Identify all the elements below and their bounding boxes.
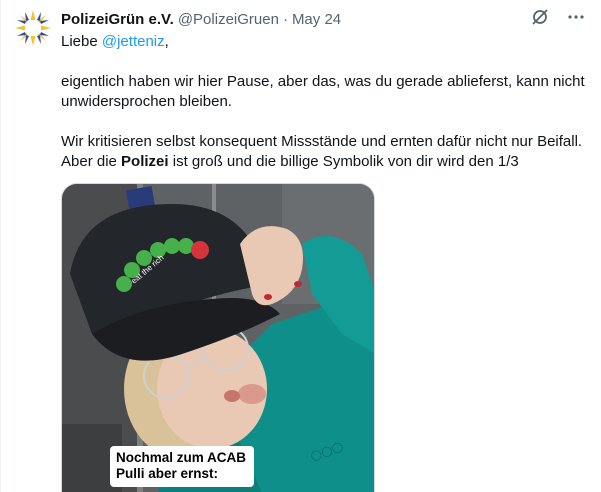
caption-line-2: Pulli aber ernst: <box>116 466 219 481</box>
greeting-prefix: Liebe <box>61 33 102 50</box>
mention-link[interactable]: @jetteniz <box>102 33 165 50</box>
tweet-header: PolizeiGrün e.V. @PolizeiGruen · May 24 <box>61 9 341 29</box>
paragraph-2-bold: Polizei <box>121 153 169 170</box>
tweet-date[interactable]: May 24 <box>292 11 341 28</box>
tweet-text: Liebe @jetteniz, eigentlich haben wir hi… <box>61 32 589 172</box>
greeting-suffix: , <box>164 33 169 50</box>
separator-dot: · <box>282 10 288 28</box>
header-actions <box>529 6 587 28</box>
tweet[interactable]: PolizeiGrün e.V. @PolizeiGruen · May 24 … <box>0 0 601 492</box>
photo-caption: Nochmal zum ACAB Pulli aber ernst: <box>110 446 255 487</box>
display-name[interactable]: PolizeiGrün e.V. <box>61 11 174 28</box>
greeting-line: Liebe @jetteniz, <box>61 32 589 52</box>
tweet-media-photo[interactable]: eat the rich ◯◯◯ Nochmal zum ACAB Pulli … <box>61 183 375 492</box>
user-handle[interactable]: @PolizeiGruen <box>178 11 279 28</box>
grok-icon[interactable] <box>529 6 551 28</box>
paragraph-2-end: ist groß und die billige Symbolik von di… <box>168 153 519 170</box>
avatar[interactable] <box>13 8 53 48</box>
polizeigruen-logo-icon <box>13 8 53 48</box>
paragraph-1: eigentlich haben wir hier Pause, aber da… <box>61 73 585 110</box>
caption-line-1: Nochmal zum ACAB <box>116 450 247 465</box>
paragraph-2: Wir kritisieren selbst konsequent Missst… <box>61 132 589 172</box>
more-icon[interactable] <box>565 6 587 28</box>
